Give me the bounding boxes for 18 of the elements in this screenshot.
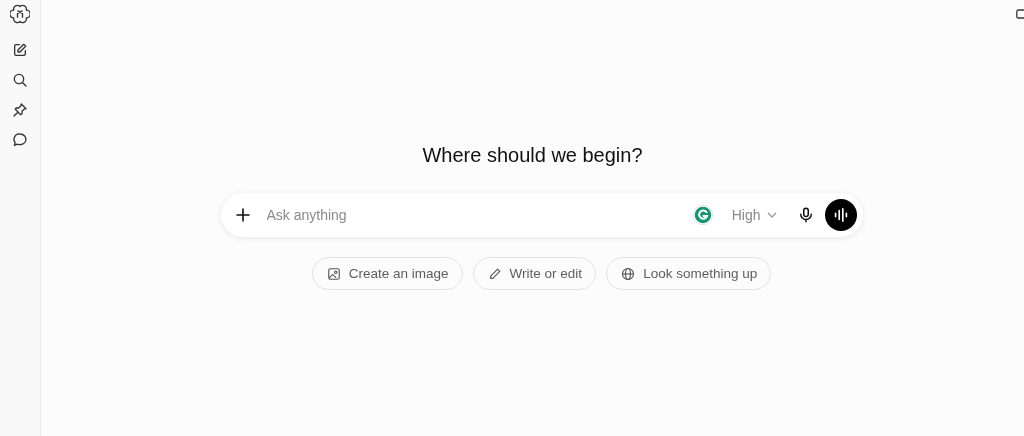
sidebar-toggle-icon[interactable] <box>1016 8 1024 20</box>
reasoning-level-dropdown[interactable]: High <box>731 207 777 223</box>
suggestion-chip[interactable]: Create an image <box>311 257 463 290</box>
pencil-icon <box>487 266 502 281</box>
globe-icon <box>621 266 636 281</box>
pin-icon[interactable] <box>12 102 28 118</box>
grammar-extension-icon[interactable] <box>691 204 714 226</box>
new-chat-icon[interactable] <box>12 42 28 58</box>
search-icon[interactable] <box>12 72 28 88</box>
image-icon <box>326 266 341 281</box>
heading: Where should we begin? <box>422 144 643 167</box>
prompt-input[interactable]: Ask anything <box>264 206 692 224</box>
plus-icon[interactable] <box>234 207 251 223</box>
suggestion-chip[interactable]: Write or edit <box>472 257 597 290</box>
voice-mode-button[interactable] <box>824 199 857 231</box>
suggestion-chip[interactable]: Look something up <box>606 257 772 290</box>
chat-bubble-icon[interactable] <box>12 132 28 148</box>
chevron-down-icon <box>766 212 777 218</box>
